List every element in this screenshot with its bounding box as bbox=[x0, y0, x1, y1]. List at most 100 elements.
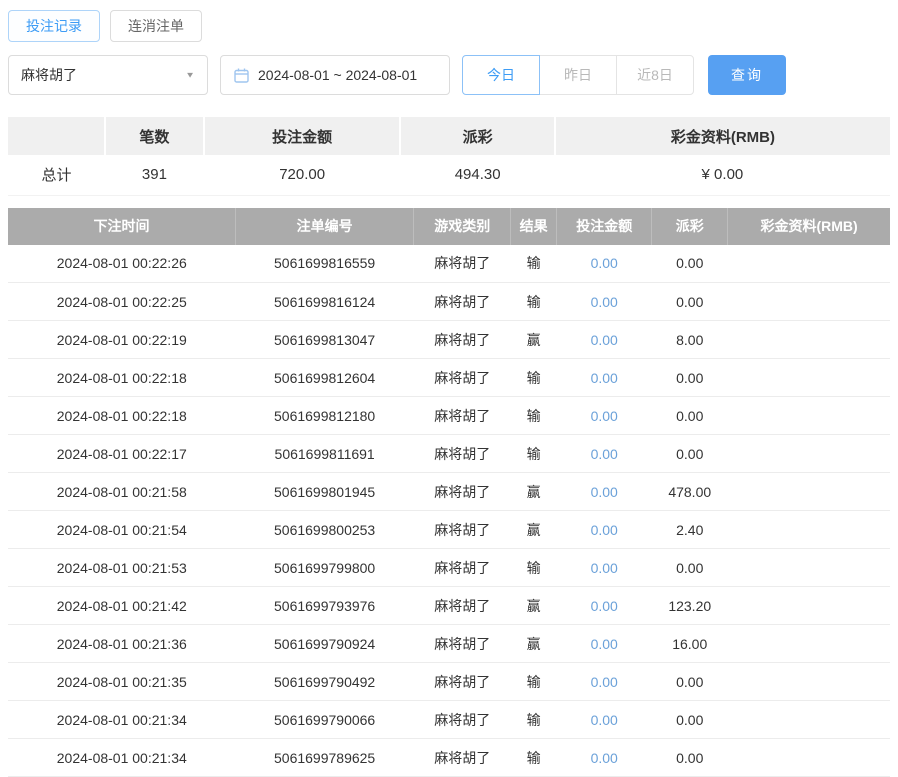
cell-bet-time: 2024-08-01 00:21:35 bbox=[8, 663, 236, 701]
date-range-picker[interactable]: 2024-08-01 ~ 2024-08-01 bbox=[220, 55, 450, 95]
cell-order-id: 5061699800253 bbox=[236, 511, 414, 549]
cell-result: 输 bbox=[511, 701, 557, 739]
cell-bet-amount: 0.00 bbox=[557, 359, 652, 397]
last-8-days-button[interactable]: 近8日 bbox=[616, 55, 694, 95]
bet-amount-link[interactable]: 0.00 bbox=[591, 255, 618, 271]
records-table: 下注时间 注单编号 游戏类别 结果 投注金额 派彩 彩金资料(RMB) 2024… bbox=[8, 208, 890, 777]
cell-bet-amount: 0.00 bbox=[557, 739, 652, 777]
cell-payout: 0.00 bbox=[652, 435, 728, 473]
game-type-select-value: 麻将胡了 bbox=[21, 65, 77, 85]
table-row: 2024-08-01 00:22:185061699812180麻将胡了输0.0… bbox=[8, 397, 890, 435]
cell-game-type: 麻将胡了 bbox=[414, 283, 511, 321]
cell-bet-amount: 0.00 bbox=[557, 663, 652, 701]
bet-amount-link[interactable]: 0.00 bbox=[591, 332, 618, 348]
cell-order-id: 5061699813047 bbox=[236, 321, 414, 359]
cell-order-id: 5061699790066 bbox=[236, 701, 414, 739]
cell-bonus bbox=[728, 283, 890, 321]
bet-amount-link[interactable]: 0.00 bbox=[591, 484, 618, 500]
summary-col-count: 笔数 bbox=[105, 117, 204, 155]
table-row: 2024-08-01 00:22:255061699816124麻将胡了输0.0… bbox=[8, 283, 890, 321]
summary-table: 笔数 投注金额 派彩 彩金资料(RMB) 总计 391 720.00 494.3… bbox=[8, 117, 890, 196]
cell-payout: 16.00 bbox=[652, 625, 728, 663]
cell-payout: 0.00 bbox=[652, 663, 728, 701]
betting-records-page: 投注记录 连消注单 麻将胡了 ▼ 2024-08-01 ~ 2024-08-01… bbox=[0, 0, 898, 777]
cell-game-type: 麻将胡了 bbox=[414, 549, 511, 587]
bet-amount-link[interactable]: 0.00 bbox=[591, 674, 618, 690]
game-type-select[interactable]: 麻将胡了 ▼ bbox=[8, 55, 208, 95]
summary-col-bet-amount: 投注金额 bbox=[204, 117, 401, 155]
bet-amount-link[interactable]: 0.00 bbox=[591, 370, 618, 386]
cell-game-type: 麻将胡了 bbox=[414, 321, 511, 359]
cell-bet-time: 2024-08-01 00:22:18 bbox=[8, 397, 236, 435]
cell-bet-amount: 0.00 bbox=[557, 587, 652, 625]
summary-header-row: 笔数 投注金额 派彩 彩金资料(RMB) bbox=[8, 117, 890, 155]
cell-bet-amount: 0.00 bbox=[557, 473, 652, 511]
cell-bonus bbox=[728, 473, 890, 511]
cell-bet-amount: 0.00 bbox=[557, 245, 652, 283]
cell-order-id: 5061699812604 bbox=[236, 359, 414, 397]
tab-cancelled-orders[interactable]: 连消注单 bbox=[110, 10, 202, 42]
cell-game-type: 麻将胡了 bbox=[414, 739, 511, 777]
cell-game-type: 麻将胡了 bbox=[414, 397, 511, 435]
cell-order-id: 5061699793976 bbox=[236, 587, 414, 625]
table-row: 2024-08-01 00:21:345061699789625麻将胡了输0.0… bbox=[8, 739, 890, 777]
cell-game-type: 麻将胡了 bbox=[414, 359, 511, 397]
cell-result: 赢 bbox=[511, 587, 557, 625]
bet-amount-link[interactable]: 0.00 bbox=[591, 636, 618, 652]
table-row: 2024-08-01 00:21:585061699801945麻将胡了赢0.0… bbox=[8, 473, 890, 511]
cell-bet-time: 2024-08-01 00:22:26 bbox=[8, 245, 236, 283]
cell-payout: 0.00 bbox=[652, 701, 728, 739]
tab-betting-records[interactable]: 投注记录 bbox=[8, 10, 100, 42]
cell-payout: 0.00 bbox=[652, 245, 728, 283]
cell-payout: 2.40 bbox=[652, 511, 728, 549]
bet-amount-link[interactable]: 0.00 bbox=[591, 750, 618, 766]
cell-bet-amount: 0.00 bbox=[557, 701, 652, 739]
bet-amount-link[interactable]: 0.00 bbox=[591, 598, 618, 614]
cell-bonus bbox=[728, 739, 890, 777]
cell-bet-time: 2024-08-01 00:21:34 bbox=[8, 739, 236, 777]
cell-bonus bbox=[728, 549, 890, 587]
cell-bet-time: 2024-08-01 00:21:36 bbox=[8, 625, 236, 663]
col-header-result: 结果 bbox=[511, 208, 557, 245]
bet-amount-link[interactable]: 0.00 bbox=[591, 294, 618, 310]
cell-result: 输 bbox=[511, 397, 557, 435]
cell-bet-time: 2024-08-01 00:22:25 bbox=[8, 283, 236, 321]
cell-result: 输 bbox=[511, 283, 557, 321]
cell-result: 输 bbox=[511, 359, 557, 397]
cell-order-id: 5061699789625 bbox=[236, 739, 414, 777]
today-button[interactable]: 今日 bbox=[462, 55, 540, 95]
chevron-down-icon: ▼ bbox=[185, 71, 195, 80]
cell-bet-amount: 0.00 bbox=[557, 549, 652, 587]
cell-order-id: 5061699811691 bbox=[236, 435, 414, 473]
cell-game-type: 麻将胡了 bbox=[414, 587, 511, 625]
table-row: 2024-08-01 00:22:265061699816559麻将胡了输0.0… bbox=[8, 245, 890, 283]
bet-amount-link[interactable]: 0.00 bbox=[591, 560, 618, 576]
cell-result: 赢 bbox=[511, 625, 557, 663]
cell-bonus bbox=[728, 587, 890, 625]
table-row: 2024-08-01 00:21:355061699790492麻将胡了输0.0… bbox=[8, 663, 890, 701]
col-header-payout: 派彩 bbox=[652, 208, 728, 245]
bet-amount-link[interactable]: 0.00 bbox=[591, 446, 618, 462]
cell-bonus bbox=[728, 625, 890, 663]
cell-bet-time: 2024-08-01 00:21:42 bbox=[8, 587, 236, 625]
search-button[interactable]: 查询 bbox=[708, 55, 786, 95]
cell-payout: 8.00 bbox=[652, 321, 728, 359]
col-header-order-id: 注单编号 bbox=[236, 208, 414, 245]
cell-order-id: 5061699801945 bbox=[236, 473, 414, 511]
cell-order-id: 5061699816559 bbox=[236, 245, 414, 283]
cell-bet-amount: 0.00 bbox=[557, 397, 652, 435]
bet-amount-link[interactable]: 0.00 bbox=[591, 712, 618, 728]
table-row: 2024-08-01 00:21:535061699799800麻将胡了输0.0… bbox=[8, 549, 890, 587]
summary-total-label: 总计 bbox=[8, 155, 105, 195]
yesterday-button[interactable]: 昨日 bbox=[539, 55, 617, 95]
summary-col-blank bbox=[8, 117, 105, 155]
bet-amount-link[interactable]: 0.00 bbox=[591, 408, 618, 424]
bet-amount-link[interactable]: 0.00 bbox=[591, 522, 618, 538]
records-table-body: 2024-08-01 00:22:265061699816559麻将胡了输0.0… bbox=[8, 245, 890, 777]
calendar-icon bbox=[234, 68, 249, 83]
table-row: 2024-08-01 00:21:545061699800253麻将胡了赢0.0… bbox=[8, 511, 890, 549]
table-row: 2024-08-01 00:22:195061699813047麻将胡了赢0.0… bbox=[8, 321, 890, 359]
top-tabs: 投注记录 连消注单 bbox=[8, 10, 890, 42]
cell-payout: 0.00 bbox=[652, 397, 728, 435]
cell-bet-amount: 0.00 bbox=[557, 435, 652, 473]
